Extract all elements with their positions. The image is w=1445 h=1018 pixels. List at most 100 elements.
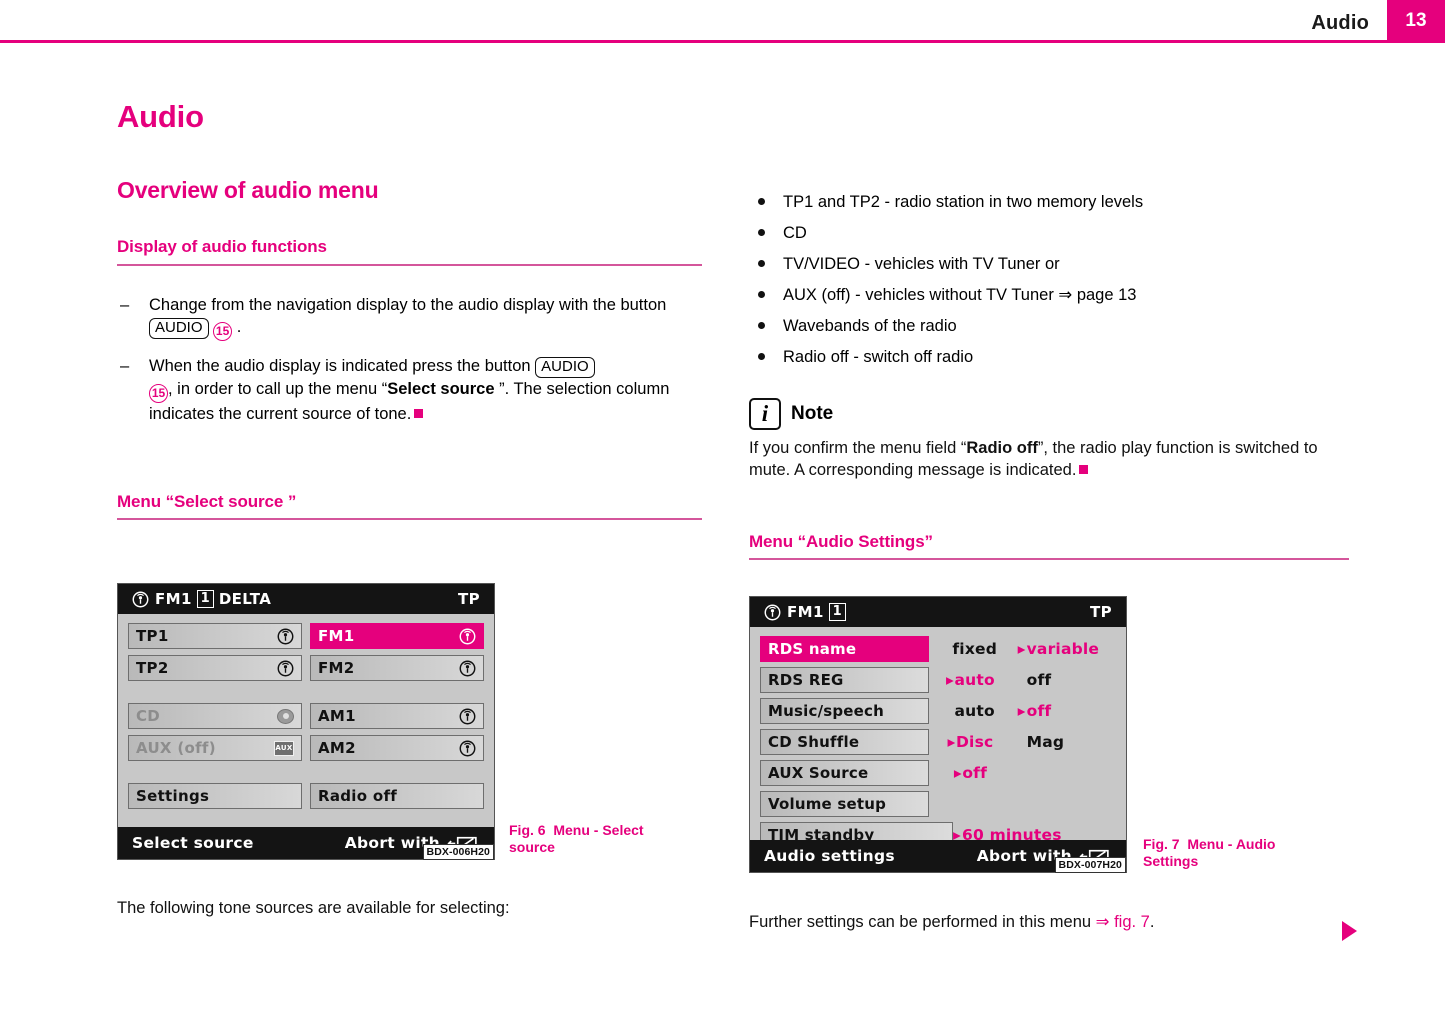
source-cell-label: AUX (off) <box>136 739 216 757</box>
subsection-title: Display of audio functions <box>117 237 702 266</box>
lcd-menu-title: Audio settings <box>764 847 895 865</box>
settings-option-1[interactable] <box>929 795 1012 813</box>
source-cell-fm2[interactable]: FM2 <box>310 655 484 681</box>
list-item: CD <box>749 222 1349 244</box>
list-item: AUX (off) - vehicles without TV Tuner ⇒ … <box>749 284 1349 306</box>
note-text: If you confirm the menu field “Radio off… <box>749 437 1349 481</box>
tone-sources-list: TP1 and TP2 - radio station in two memor… <box>749 191 1349 368</box>
lcd-band-label: FM1 <box>787 603 824 621</box>
settings-row-label[interactable]: Volume setup <box>760 791 929 817</box>
source-cell-settings[interactable]: Settings <box>128 783 302 809</box>
radio-tower-icon <box>277 660 294 677</box>
figure-7-caption: Fig. 7 Menu - Audio Settings <box>1143 836 1308 870</box>
chapter-title: Audio <box>117 99 204 134</box>
right-after-figure-text: Further settings can be performed in thi… <box>749 911 1309 933</box>
settings-option-2[interactable] <box>1012 764 1116 782</box>
dash-marker: – <box>120 295 130 314</box>
settings-option-1[interactable]: auto <box>929 671 1012 689</box>
settings-row-label[interactable]: AUX Source <box>760 760 929 786</box>
settings-option-1[interactable]: fixed <box>929 640 1012 658</box>
settings-option-1[interactable]: off <box>929 764 1012 782</box>
lcd-settings-body: RDS name fixed variable RDS REG auto off… <box>750 627 1126 857</box>
section-title: Overview of audio menu <box>117 177 379 204</box>
radio-tower-icon <box>459 708 476 725</box>
bullet-text: Wavebands of the radio <box>783 317 957 335</box>
source-cell-am2[interactable]: AM2 <box>310 735 484 761</box>
lcd-status-bar: FM1 1 TP <box>750 597 1126 627</box>
lcd-tp-indicator: TP <box>1089 603 1112 621</box>
bullet-text: Radio off - switch off radio <box>783 348 974 366</box>
settings-option-2[interactable]: Mag <box>1012 733 1116 751</box>
next-page-arrow-icon[interactable] <box>1342 921 1357 941</box>
lcd-bottom-bar: Audio settings Abort with BDX-007H20 <box>750 840 1126 873</box>
list-item: – When the audio display is indicated pr… <box>117 355 702 426</box>
source-cell-label: FM2 <box>318 659 355 677</box>
settings-option-1[interactable]: auto <box>929 702 1012 720</box>
list-item: TP1 and TP2 - radio station in two memor… <box>749 191 1349 213</box>
figure-6-caption-number: Fig. 6 <box>509 822 546 838</box>
lcd-station-name: DELTA <box>218 590 272 608</box>
figure-7-caption-number: Fig. 7 <box>1143 836 1180 852</box>
end-of-section-marker <box>414 409 424 419</box>
figure-6-lcd-select-source: FM1 1 DELTA TP TP1 FM1 TP2 FM2 CD AM1 AU… <box>117 583 495 860</box>
menu-select-source-heading: Menu “Select source ” <box>117 492 702 521</box>
radio-off-emphasis: Radio off <box>966 439 1038 457</box>
settings-option-1[interactable]: Disc <box>929 733 1012 751</box>
source-cell-label: Radio off <box>318 787 398 805</box>
source-cell-tp1[interactable]: TP1 <box>128 623 302 649</box>
page-header-title: Audio <box>1311 12 1369 34</box>
settings-option-2[interactable]: off <box>1012 702 1116 720</box>
settings-option-1-label: auto <box>954 671 995 689</box>
figure-code-label: BDX-007H20 <box>1054 857 1126 873</box>
bullet-marker <box>758 260 765 267</box>
radio-tower-icon <box>459 740 476 757</box>
instruction-text-1: Change from the navigation display to th… <box>149 295 667 314</box>
settings-row-label[interactable]: RDS name <box>760 636 929 662</box>
info-icon: i <box>749 398 781 430</box>
bullet-marker <box>758 353 765 360</box>
figure-code-label: BDX-006H20 <box>422 844 494 860</box>
settings-option-2[interactable]: variable <box>1012 640 1116 658</box>
lcd-menu-title: Select source <box>132 834 254 852</box>
source-cell-tp2[interactable]: TP2 <box>128 655 302 681</box>
lcd-preset-box: 1 <box>196 590 214 608</box>
bullet-text: TV/VIDEO - vehicles with TV Tuner or <box>783 255 1060 273</box>
settings-option-1-label: auto <box>954 702 995 720</box>
source-cell-cd[interactable]: CD <box>128 703 302 729</box>
bullet-marker <box>758 291 765 298</box>
list-item: Wavebands of the radio <box>749 315 1349 337</box>
settings-option-2-label: Mag <box>1026 733 1065 751</box>
source-cell-fm1[interactable]: FM1 <box>310 623 484 649</box>
radio-tower-icon <box>459 628 476 645</box>
figure-7-lcd-audio-settings: FM1 1 TP RDS name fixed variable RDS REG… <box>749 596 1127 873</box>
figure-7-link[interactable]: fig. 7 <box>1110 913 1150 931</box>
source-cell-label: FM1 <box>318 627 355 645</box>
source-cell-radio-off[interactable]: Radio off <box>310 783 484 809</box>
reference-number-15: 15 <box>149 384 168 404</box>
source-cell-label: AM2 <box>318 739 356 757</box>
list-item: TV/VIDEO - vehicles with TV Tuner or <box>749 253 1349 275</box>
note-text-before: If you confirm the menu field “ <box>749 439 967 457</box>
settings-option-2-label: variable <box>1026 640 1100 658</box>
lcd-preset-box: 1 <box>828 603 846 621</box>
settings-row-rds-reg: RDS REG auto off <box>760 667 1116 693</box>
radio-tower-icon <box>132 591 149 608</box>
settings-row-aux-source: AUX Source off <box>760 760 1116 786</box>
source-cell-aux[interactable]: AUX (off) AUX <box>128 735 302 761</box>
settings-row-label[interactable]: Music/speech <box>760 698 929 724</box>
radio-tower-icon <box>764 604 781 621</box>
lcd-status-bar: FM1 1 DELTA TP <box>118 584 494 614</box>
settings-option-1-label: off <box>962 764 988 782</box>
bullet-text: AUX (off) - vehicles without TV Tuner ⇒ … <box>783 286 1137 304</box>
list-item: Radio off - switch off radio <box>749 346 1349 368</box>
settings-row-label[interactable]: RDS REG <box>760 667 929 693</box>
settings-row-cd-shuffle: CD Shuffle Disc Mag <box>760 729 1116 755</box>
settings-option-2[interactable] <box>1012 795 1116 813</box>
source-cell-am1[interactable]: AM1 <box>310 703 484 729</box>
list-item: – Change from the navigation display to … <box>117 294 702 342</box>
disc-icon <box>277 708 294 724</box>
settings-option-2[interactable]: off <box>1012 671 1116 689</box>
settings-row-label[interactable]: CD Shuffle <box>760 729 929 755</box>
source-cell-label: TP2 <box>136 659 169 677</box>
right-after-figure-before: Further settings can be performed in thi… <box>749 913 1096 931</box>
